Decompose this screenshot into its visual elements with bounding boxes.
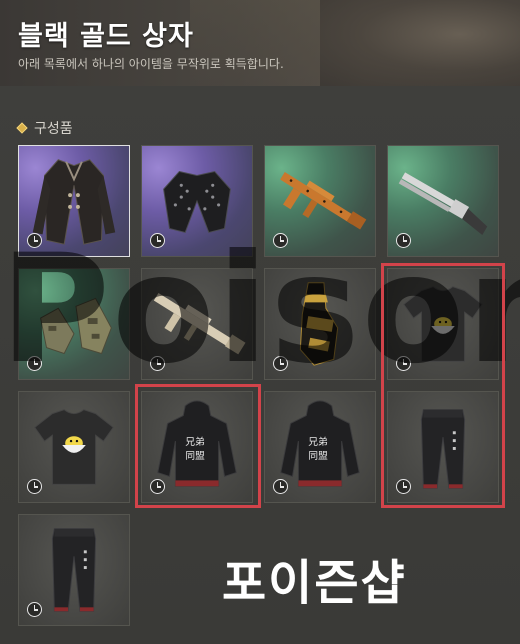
item-tile-black-pants[interactable] <box>387 391 499 503</box>
clock-icon <box>150 356 165 371</box>
header-banner: 블랙 골드 상자 아래 목록에서 하나의 아이템을 무작위로 획득합니다. <box>0 0 520 86</box>
clock-icon <box>396 233 411 248</box>
item-tile-beige-rifle[interactable] <box>141 268 253 380</box>
page-subtitle: 아래 목록에서 하나의 아이템을 무작위로 획득합니다. <box>18 57 284 71</box>
header-background-figure <box>320 0 520 86</box>
clock-icon <box>27 356 42 371</box>
item-tile-gold-gloves[interactable] <box>264 268 376 380</box>
item-tile-orange-rifle[interactable] <box>264 145 376 257</box>
item-tile-chick-tshirt-2[interactable] <box>18 391 130 503</box>
item-tile-camo-gloves[interactable] <box>18 268 130 380</box>
clock-icon <box>27 602 42 617</box>
section-label: 구성품 <box>34 121 73 137</box>
diamond-icon <box>16 122 28 134</box>
clock-icon <box>396 479 411 494</box>
svg-text:兄弟: 兄弟 <box>308 436 328 448</box>
clock-icon <box>273 479 288 494</box>
svg-text:同盟: 同盟 <box>185 450 205 462</box>
clock-icon <box>396 356 411 371</box>
svg-text:同盟: 同盟 <box>308 450 328 462</box>
page-title: 블랙 골드 상자 <box>18 21 194 52</box>
clock-icon <box>273 356 288 371</box>
item-tile-trench-coat[interactable] <box>18 145 130 257</box>
clock-icon <box>27 479 42 494</box>
svg-text:兄弟: 兄弟 <box>185 436 205 448</box>
item-tile-black-hoodie[interactable]: 兄弟 同盟 <box>141 391 253 503</box>
section-header: 구성품 <box>16 118 73 138</box>
clock-icon <box>273 233 288 248</box>
clock-icon <box>150 233 165 248</box>
clock-icon <box>27 233 42 248</box>
item-tile-black-pants-2[interactable] <box>18 514 130 626</box>
item-tile-shotgun[interactable] <box>387 145 499 257</box>
shop-label: 포이즌샵 <box>222 555 407 611</box>
clock-icon <box>150 479 165 494</box>
item-tile-chick-tshirt[interactable] <box>387 268 499 380</box>
item-tile-leather-jacket[interactable] <box>141 145 253 257</box>
item-tile-black-hoodie-2[interactable]: 兄弟 同盟 <box>264 391 376 503</box>
